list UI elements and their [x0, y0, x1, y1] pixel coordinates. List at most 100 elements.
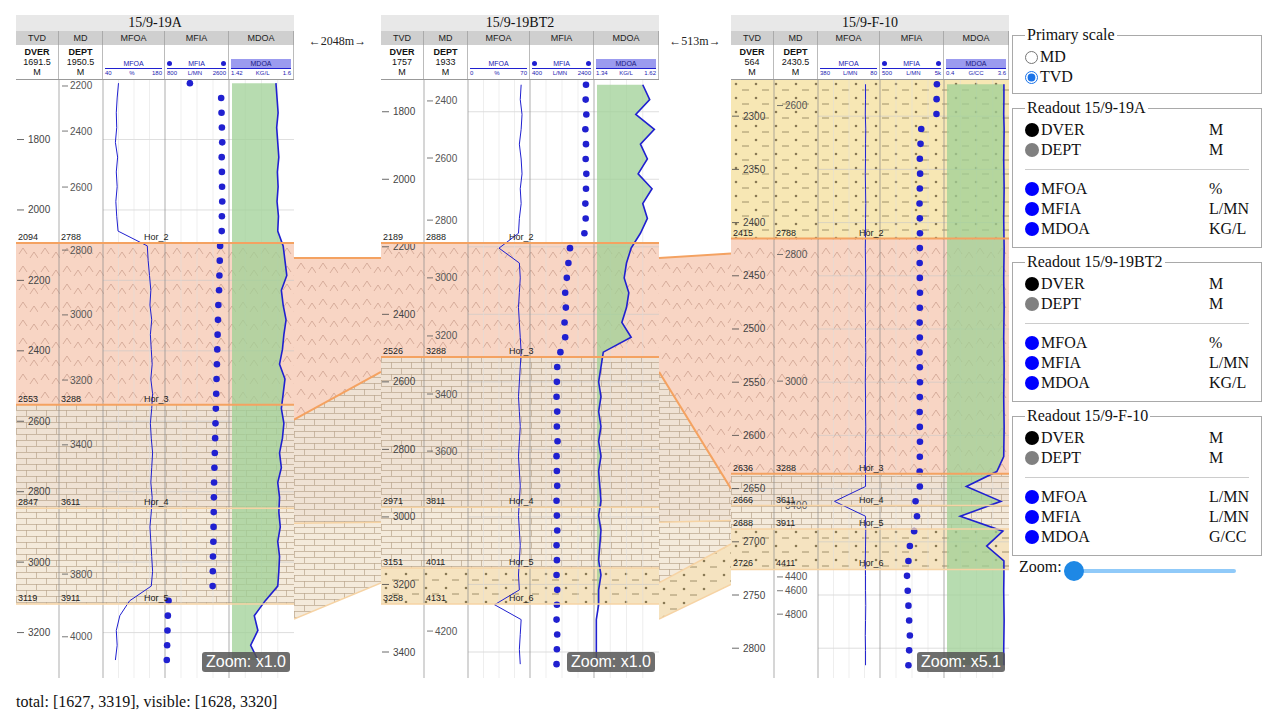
readout-dot-icon: [1025, 431, 1039, 445]
readout-group: Readout 15/9-19ADVERMDEPTMMFOA%MFIAL/MNM…: [1012, 96, 1262, 248]
svg-text:2200: 2200: [28, 275, 51, 286]
svg-text:3000: 3000: [70, 309, 93, 320]
well-plot[interactable]: 1800200022002400260028003000320034002400…: [381, 80, 659, 678]
column-header-row: TVDMDMFOAMFIAMDOA: [381, 31, 659, 45]
value-row: DVER564MDEPT2430.5MMFOA380L/MN80MFIA500L…: [731, 45, 1009, 80]
scale-option[interactable]: MD: [1025, 47, 1249, 67]
zoom-slider[interactable]: [1064, 561, 1236, 581]
correlation-band: [659, 372, 731, 522]
column-header: MFIA: [880, 31, 944, 45]
legend-bar: MDOA: [231, 59, 291, 68]
svg-text:2600: 2600: [28, 416, 51, 427]
tvd-tick: 2300: [732, 111, 766, 122]
tvd-tick: 2800: [17, 486, 51, 497]
curve-dots: [553, 81, 589, 667]
horizon[interactable]: 26663611Hor_4: [731, 495, 1009, 506]
horizon[interactable]: 21892888Hor_2: [381, 232, 659, 243]
svg-text:2971: 2971: [383, 496, 403, 506]
plot-area: 1800200022002400260028003000320022002400…: [16, 80, 294, 678]
legend-scale: 40%180: [105, 69, 162, 77]
well-plot[interactable]: 2300235024002450250025502600265027002750…: [731, 80, 1009, 678]
track-legend: MFIA400L/MN2400: [530, 45, 594, 79]
svg-text:2553: 2553: [18, 394, 38, 404]
svg-text:3611: 3611: [776, 495, 795, 505]
zoom-badge: Zoom: x5.1: [917, 652, 1005, 672]
horizon[interactable]: 31514011Hor_5: [381, 557, 659, 568]
legend-name: MFOA: [105, 59, 162, 68]
horizon[interactable]: 25533288Hor_3: [16, 394, 294, 405]
curve-line: [495, 85, 522, 664]
readout-row: MDOAKG/L: [1025, 219, 1249, 239]
horizon[interactable]: 20942788Hor_2: [16, 232, 294, 243]
svg-text:3911: 3911: [61, 593, 80, 603]
tvd-tick: 1800: [17, 134, 51, 145]
horizon[interactable]: 24152788Hor_2: [731, 228, 1009, 239]
correlation-line: [294, 583, 381, 619]
svg-text:3611: 3611: [61, 497, 80, 507]
svg-text:2000: 2000: [28, 204, 51, 215]
svg-text:3288: 3288: [426, 346, 446, 356]
horizon[interactable]: 31193911Hor_5: [16, 593, 294, 604]
curve-dots: [163, 80, 225, 663]
svg-text:2847: 2847: [18, 497, 38, 507]
legend-line: [105, 68, 162, 69]
correlation-line: [659, 521, 731, 523]
column-header: MD: [774, 31, 818, 45]
curve-line: [835, 84, 866, 665]
scale-option[interactable]: TVD: [1025, 67, 1249, 87]
md-tick: 3200: [427, 330, 458, 341]
svg-text:1800: 1800: [393, 106, 416, 117]
readout-dot-icon: [1025, 222, 1039, 236]
md-tick: 4600: [777, 585, 808, 596]
column-header: MFOA: [103, 31, 165, 45]
legend-line: [820, 68, 877, 69]
depth-header: DEPT1950.5M: [59, 45, 103, 79]
well-correlation-app: 15/9-19ATVDMDMFOAMFIAMDOADVER1691.5MDEPT…: [0, 0, 1280, 720]
svg-text:2350: 2350: [743, 164, 766, 175]
svg-text:4011: 4011: [426, 557, 445, 567]
tvd-tick: 3200: [382, 579, 416, 590]
svg-text:Hor_2: Hor_2: [509, 232, 534, 242]
tvd-tick: 2550: [732, 377, 766, 388]
horizon[interactable]: 28473611Hor_4: [16, 497, 294, 508]
horizon[interactable]: 32584131Hor_6: [381, 593, 659, 604]
correlation-line: [294, 372, 381, 420]
svg-text:4411: 4411: [776, 558, 795, 568]
legend-line: [946, 68, 1006, 69]
svg-text:2800: 2800: [785, 249, 808, 260]
svg-text:3911: 3911: [776, 518, 795, 528]
horizon[interactable]: 27264411Hor_6: [731, 558, 1009, 569]
legend-dot-icon: [882, 61, 887, 66]
curve-fill: [947, 84, 1004, 665]
md-tick: 3000: [427, 272, 458, 283]
legend-name: MFOA: [470, 59, 527, 68]
svg-text:2666: 2666: [733, 495, 753, 505]
svg-text:2688: 2688: [733, 518, 753, 528]
readout-row: DVERM: [1025, 274, 1249, 294]
readout-row: MFOAL/MN: [1025, 487, 1249, 507]
readout-dot-icon: [1025, 202, 1039, 216]
horizon[interactable]: 26363288Hor_3: [731, 463, 1009, 474]
column-header: TVD: [16, 31, 59, 45]
svg-text:2094: 2094: [18, 232, 38, 242]
track-legend: MDOA1.42KG/L1.6: [229, 45, 294, 79]
well-plot[interactable]: 1800200022002400260028003000320022002400…: [16, 80, 294, 678]
svg-text:2550: 2550: [743, 377, 766, 388]
correlation-line: [659, 584, 731, 619]
svg-text:2800: 2800: [393, 444, 416, 455]
horizon[interactable]: 26883911Hor_5: [731, 518, 1009, 529]
legend-line: [882, 68, 941, 69]
wells-row: 15/9-19ATVDMDMFOAMFIAMDOADVER1691.5MDEPT…: [16, 15, 1009, 693]
slider-thumb[interactable]: [1064, 561, 1084, 581]
distance-label: ←513m→: [659, 15, 731, 95]
horizon[interactable]: 25263288Hor_3: [381, 346, 659, 357]
readout-dot-icon: [1025, 123, 1039, 137]
horizon[interactable]: 29713811Hor_4: [381, 496, 659, 507]
track-legend: MDOA1.34KG/L1.62: [594, 45, 659, 79]
track-legend: MFOA40%180: [103, 45, 165, 79]
well-gap: ←2048m→: [294, 15, 381, 693]
legend-scale: 1.42KG/L1.6: [231, 69, 291, 77]
svg-text:2800: 2800: [70, 245, 93, 256]
legend-line: [167, 68, 226, 69]
readout-dot-icon: [1025, 297, 1039, 311]
